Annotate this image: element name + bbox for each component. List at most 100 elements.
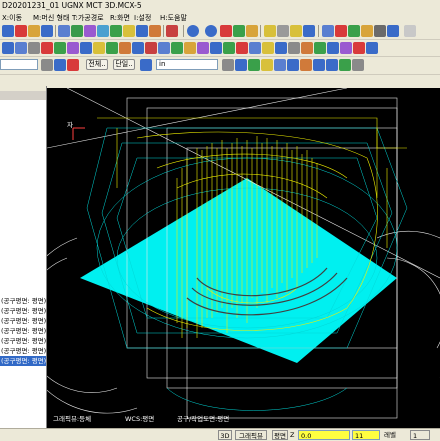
mesh-icon[interactable] <box>197 42 209 54</box>
spline-icon[interactable] <box>67 42 79 54</box>
cube-green-icon[interactable] <box>110 25 122 37</box>
tree-item[interactable]: (공구평면: 평면) <box>0 326 46 336</box>
tree-item[interactable]: (공구평면: 평면) <box>0 296 46 306</box>
layer-icon[interactable] <box>314 42 326 54</box>
last-value-field[interactable]: 1 <box>410 430 430 440</box>
solid-icon[interactable] <box>171 42 183 54</box>
attrib-icon[interactable] <box>288 42 300 54</box>
view-top-icon[interactable] <box>58 25 70 37</box>
menu-item-move[interactable]: X:이동 <box>2 13 22 23</box>
xform-icon[interactable] <box>249 42 261 54</box>
menu-item-help[interactable]: H:도움말 <box>160 13 187 23</box>
grid-icon[interactable] <box>322 25 334 37</box>
brush-icon[interactable] <box>277 25 289 37</box>
point-icon[interactable] <box>80 42 92 54</box>
open-icon[interactable] <box>2 25 14 37</box>
pencil-icon[interactable] <box>264 25 276 37</box>
menu-item-settings[interactable]: I:설정 <box>134 13 151 23</box>
tool-plane-status: 공구/작업도면:평면 <box>177 415 230 423</box>
help-select-icon[interactable] <box>352 59 364 71</box>
level-input[interactable]: 11 <box>352 430 380 440</box>
cube-orange-icon[interactable] <box>149 25 161 37</box>
tree-item[interactable]: (공구평면: 평면) <box>0 336 46 346</box>
post-icon[interactable] <box>353 42 365 54</box>
menu-item-toolpath[interactable]: T:가공경로 <box>72 13 104 23</box>
tree-item-selected[interactable]: (공구평면: 평면) <box>0 356 47 366</box>
dim-icon[interactable] <box>210 42 222 54</box>
rotate-icon[interactable] <box>145 42 157 54</box>
plane-icon[interactable] <box>166 25 178 37</box>
hatch-icon[interactable] <box>236 42 248 54</box>
z-depth-input[interactable]: 0.0 <box>298 430 350 440</box>
tree-item[interactable]: (공구평면: 평면) <box>0 306 46 316</box>
arc-icon[interactable] <box>28 42 40 54</box>
analyze-icon[interactable] <box>262 42 274 54</box>
globe-icon[interactable] <box>187 25 199 37</box>
nc-icon[interactable] <box>366 42 378 54</box>
settings-icon[interactable] <box>374 25 386 37</box>
menu-item-machine[interactable]: M:머신 형태 <box>33 13 69 23</box>
area-icon[interactable] <box>287 59 299 71</box>
dropdown-left[interactable] <box>0 59 38 70</box>
select-all-button[interactable]: 전체.. <box>86 59 108 70</box>
filter-icon[interactable] <box>67 59 79 71</box>
print-icon[interactable] <box>41 25 53 37</box>
plane-button[interactable]: 평면 <box>272 430 288 440</box>
attrib-icon[interactable] <box>41 59 53 71</box>
snap-icon[interactable] <box>54 59 66 71</box>
graphics-view-button[interactable]: 그래픽뷰 <box>235 430 267 440</box>
level-icon[interactable] <box>275 42 287 54</box>
polygon-icon[interactable] <box>261 59 273 71</box>
delete-icon[interactable] <box>335 25 347 37</box>
view-iso-icon[interactable] <box>97 25 109 37</box>
wire-icon[interactable] <box>233 25 245 37</box>
chain-icon[interactable] <box>235 59 247 71</box>
window-title: D20201231_01 UGNX MCT 3D.MCX-5 <box>2 1 142 10</box>
pick-icon[interactable] <box>140 59 152 71</box>
color-icon[interactable] <box>301 42 313 54</box>
hidden-icon[interactable] <box>246 25 258 37</box>
view-side-icon[interactable] <box>84 25 96 37</box>
cursor-icon[interactable] <box>222 59 234 71</box>
save-icon[interactable] <box>15 25 27 37</box>
vector-icon[interactable] <box>274 59 286 71</box>
sphere-icon[interactable] <box>205 25 217 37</box>
window-icon[interactable] <box>248 59 260 71</box>
cube-yellow-icon[interactable] <box>123 25 135 37</box>
folder-icon[interactable] <box>28 25 40 37</box>
check-icon[interactable] <box>348 25 360 37</box>
verify-select-icon[interactable] <box>313 59 325 71</box>
circle-icon[interactable] <box>41 42 53 54</box>
select-single-button[interactable]: 단일.. <box>113 59 135 70</box>
shade-icon[interactable] <box>220 25 232 37</box>
last-icon[interactable] <box>326 59 338 71</box>
rect-icon[interactable] <box>54 42 66 54</box>
highlight-icon[interactable] <box>290 25 302 37</box>
menu-item-screen[interactable]: R:화면 <box>110 13 130 23</box>
note-icon[interactable] <box>223 42 235 54</box>
tree-item[interactable]: (공구평면: 평면) <box>0 316 46 326</box>
scale-icon[interactable] <box>158 42 170 54</box>
help-icon[interactable] <box>387 25 399 37</box>
tool-icon[interactable] <box>361 25 373 37</box>
cube-blue-icon[interactable] <box>136 25 148 37</box>
line-icon[interactable] <box>15 42 27 54</box>
group-icon[interactable] <box>339 59 351 71</box>
select-icon[interactable] <box>2 42 14 54</box>
mode-3d-button[interactable]: 3D <box>218 430 232 440</box>
trim-icon[interactable] <box>93 42 105 54</box>
backplot-icon[interactable] <box>327 42 339 54</box>
offset-icon[interactable] <box>119 42 131 54</box>
view-front-icon[interactable] <box>71 25 83 37</box>
tree-item[interactable]: (공구평면: 평면) <box>0 346 46 356</box>
graphics-viewport[interactable]: 자 그래픽뷰:등체 WCS:평면 공구/작업도면:평면 <box>47 88 440 428</box>
arrows-icon[interactable] <box>303 25 315 37</box>
verify-icon[interactable] <box>340 42 352 54</box>
more-icon[interactable] <box>404 25 416 37</box>
extend-icon[interactable] <box>106 42 118 54</box>
toolbar-separator <box>318 25 319 37</box>
unit-dropdown[interactable]: in <box>156 59 218 70</box>
mirror-icon[interactable] <box>132 42 144 54</box>
mask-icon[interactable] <box>300 59 312 71</box>
surface-icon[interactable] <box>184 42 196 54</box>
